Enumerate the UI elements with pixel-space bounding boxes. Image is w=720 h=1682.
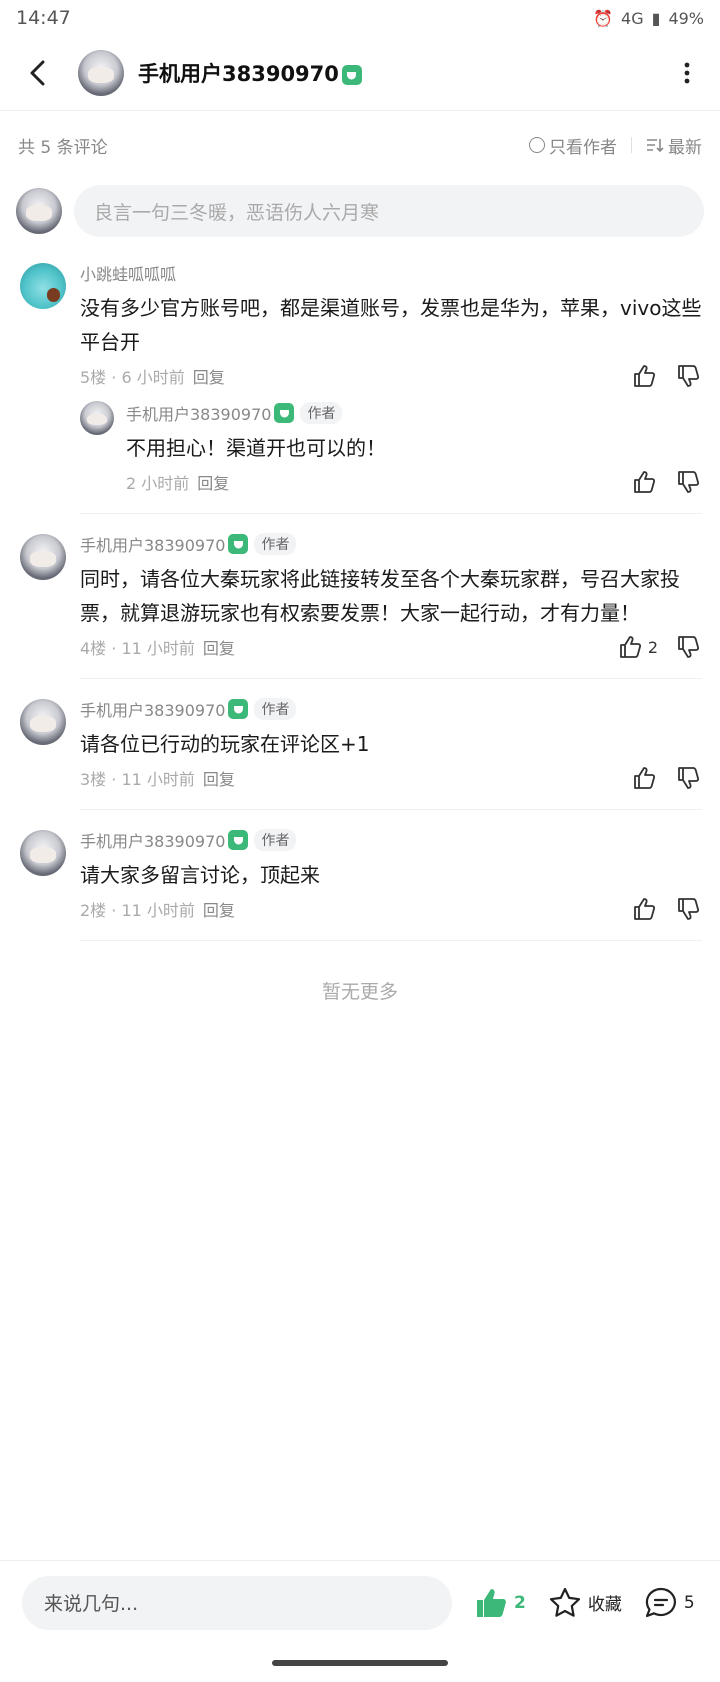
reply-item: 手机用户38390970 作者 不用担心！渠道开也可以的！ 2 小时前 回复 [80, 401, 702, 497]
comment-input[interactable]: 良言一句三冬暖，恶语伤人六月寒 [74, 185, 704, 237]
like-button[interactable]: 2 [474, 1586, 526, 1620]
verified-badge-icon [228, 534, 249, 554]
comment-item: 手机用户38390970 作者 请各位已行动的玩家在评论区+1 3楼 · 11 … [0, 679, 720, 810]
comment-meta: 3楼 · 11 小时前 [80, 770, 195, 789]
avatar[interactable] [80, 401, 114, 435]
comment-bubble-icon [645, 1587, 676, 1617]
comments-button[interactable]: 5 [644, 1586, 695, 1620]
comment-username[interactable]: 手机用户38390970 作者 [80, 697, 702, 721]
author-tag: 作者 [254, 698, 297, 720]
verified-badge-icon [274, 403, 295, 423]
top-bar: 手机用户38390970 [0, 36, 720, 111]
alarm-icon: ⏰ [593, 8, 614, 28]
more-vertical-icon[interactable] [672, 53, 702, 93]
no-more-label: 暂无更多 [321, 981, 398, 1003]
sort-button[interactable]: 最新 [646, 133, 702, 158]
author-tag: 作者 [254, 829, 297, 851]
battery-level: 49% [668, 8, 704, 28]
thumb-up-icon[interactable] [632, 469, 658, 495]
status-icons: ⏰ 4G ▮ 49% [593, 9, 704, 28]
divider [631, 137, 632, 153]
verified-badge-icon [228, 830, 249, 850]
status-bar: 14:47 ⏰ 4G ▮ 49% [0, 0, 720, 36]
like-count: 2 [514, 1592, 526, 1613]
favorite-label: 收藏 [587, 1595, 622, 1615]
thumb-down-icon[interactable] [676, 765, 702, 791]
comment-username[interactable]: 手机用户38390970 作者 [80, 532, 702, 556]
header-avatar[interactable] [78, 50, 124, 96]
avatar[interactable] [20, 830, 66, 876]
home-indicator[interactable] [272, 1660, 448, 1666]
signal-icon: ▮ [651, 8, 661, 28]
status-time: 14:47 [16, 7, 71, 29]
comment-meta: 2楼 · 11 小时前 [80, 901, 195, 920]
reply-text: 不用担心！渠道开也可以的！ [126, 436, 386, 460]
comment-count: 共 5 条评论 [18, 137, 108, 158]
thumb-up-icon [477, 1588, 506, 1617]
author-tag: 作者 [300, 402, 343, 424]
reply-button[interactable]: 回复 [203, 766, 235, 790]
comment-item: 小跳蛙呱呱呱 没有多少官方账号吧，都是渠道账号，发票也是华为，苹果，vivo这些… [0, 243, 720, 514]
avatar[interactable] [20, 699, 66, 745]
comment-username[interactable]: 手机用户38390970 作者 [80, 828, 702, 852]
favorite-button[interactable]: 收藏 [548, 1586, 622, 1620]
bottom-comment-input[interactable]: 来说几句... [22, 1575, 452, 1630]
only-author-toggle[interactable]: 只看作者 [529, 133, 617, 158]
comment-text: 请大家多留言讨论，顶起来 [80, 863, 320, 887]
comment-text: 同时，请各位大秦玩家将此链接转发至各个大秦玩家群，号召大家投票，就算退游玩家也有… [80, 567, 680, 625]
thumb-down-icon[interactable] [676, 634, 702, 660]
star-icon [549, 1587, 580, 1617]
bottom-bar: 来说几句... 2 收藏 5 [0, 1560, 720, 1644]
verified-badge-icon [341, 65, 362, 85]
thumb-down-icon[interactable] [676, 363, 702, 389]
like-count: 2 [647, 637, 658, 657]
sort-icon [647, 139, 664, 153]
radio-icon [529, 137, 545, 153]
thumb-up-icon[interactable]: 2 [618, 634, 658, 660]
my-avatar [16, 188, 62, 234]
author-tag: 作者 [254, 533, 297, 555]
reply-button[interactable]: 回复 [193, 364, 225, 388]
comments-count: 5 [683, 1592, 695, 1613]
thumb-down-icon[interactable] [676, 896, 702, 922]
reply-meta: 2 小时前 [126, 474, 190, 493]
only-author-label: 只看作者 [549, 137, 617, 158]
sort-label: 最新 [668, 137, 702, 158]
comment-text: 没有多少官方账号吧，都是渠道账号，发票也是华为，苹果，vivo这些平台开 [80, 296, 702, 354]
comment-input-row: 良言一句三冬暖，恶语伤人六月寒 [0, 179, 720, 243]
back-arrow-icon[interactable] [18, 53, 58, 93]
reply-button[interactable]: 回复 [203, 635, 235, 659]
filter-bar: 共 5 条评论 只看作者 最新 [0, 111, 720, 179]
thumb-up-icon[interactable] [632, 896, 658, 922]
bottom-input-placeholder: 来说几句... [44, 1593, 139, 1615]
network-label: 4G [621, 8, 644, 28]
comment-meta: 4楼 · 11 小时前 [80, 639, 195, 658]
comment-item: 手机用户38390970 作者 同时，请各位大秦玩家将此链接转发至各个大秦玩家群… [0, 514, 720, 679]
reply-button[interactable]: 回复 [203, 897, 235, 921]
comment-username[interactable]: 小跳蛙呱呱呱 [80, 261, 702, 285]
comment-item: 手机用户38390970 作者 请大家多留言讨论，顶起来 2楼 · 11 小时前… [0, 810, 720, 941]
thumb-down-icon[interactable] [676, 469, 702, 495]
thumb-up-icon[interactable] [632, 765, 658, 791]
avatar[interactable] [20, 263, 66, 309]
thumb-up-icon[interactable] [632, 363, 658, 389]
page-title: 手机用户38390970 [138, 58, 362, 88]
comment-input-placeholder: 良言一句三冬暖，恶语伤人六月寒 [94, 201, 380, 224]
avatar[interactable] [20, 534, 66, 580]
comment-text: 请各位已行动的玩家在评论区+1 [80, 732, 370, 756]
verified-badge-icon [228, 699, 249, 719]
comment-meta: 5楼 · 6 小时前 [80, 368, 185, 387]
reply-username[interactable]: 手机用户38390970 作者 [126, 401, 702, 425]
reply-button[interactable]: 回复 [197, 470, 229, 494]
